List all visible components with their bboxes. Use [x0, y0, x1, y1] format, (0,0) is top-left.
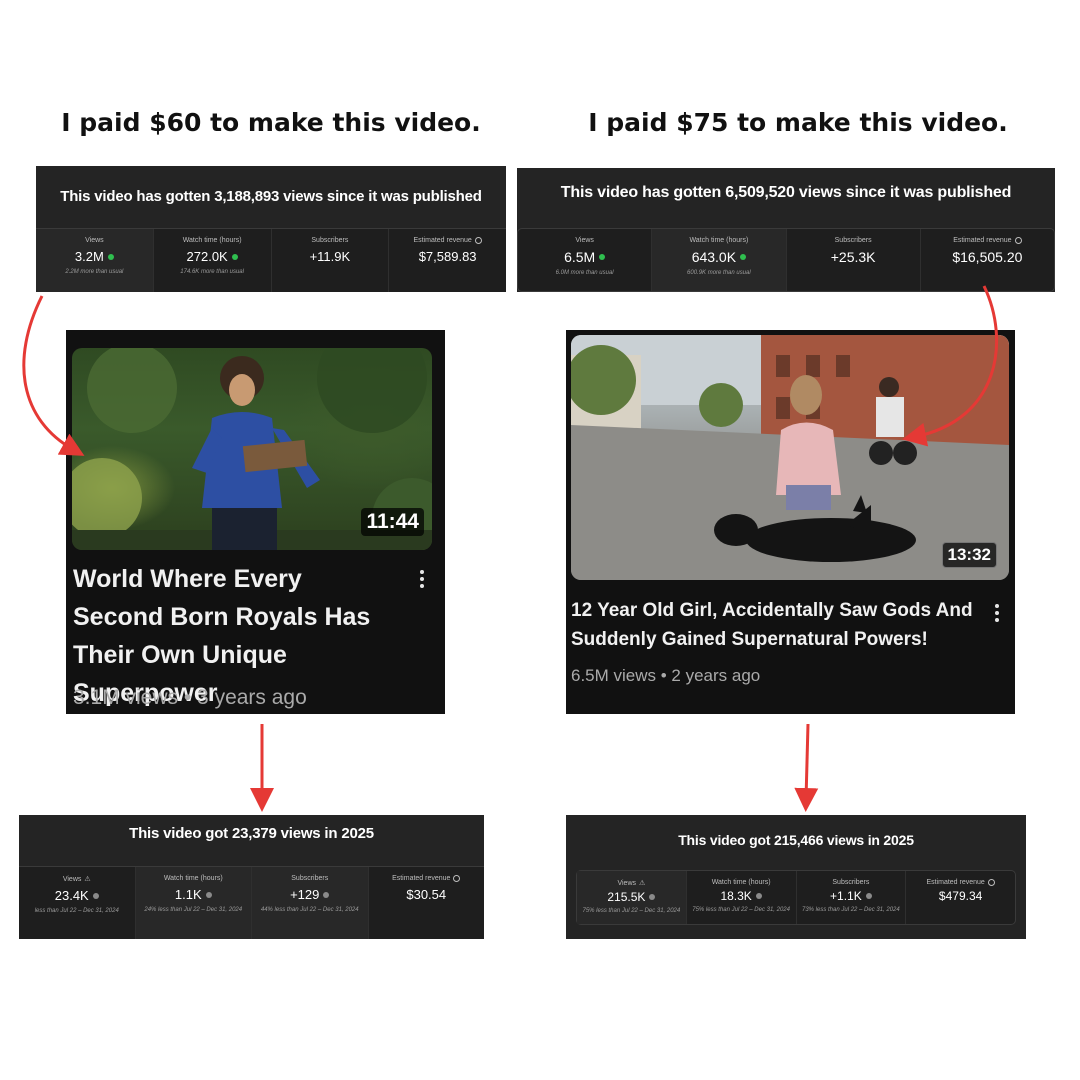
arrow-top-left — [22, 295, 85, 456]
arrow-bottom-right — [794, 723, 819, 812]
arrow-top-right — [902, 285, 999, 447]
annotation-arrows — [22, 285, 999, 812]
